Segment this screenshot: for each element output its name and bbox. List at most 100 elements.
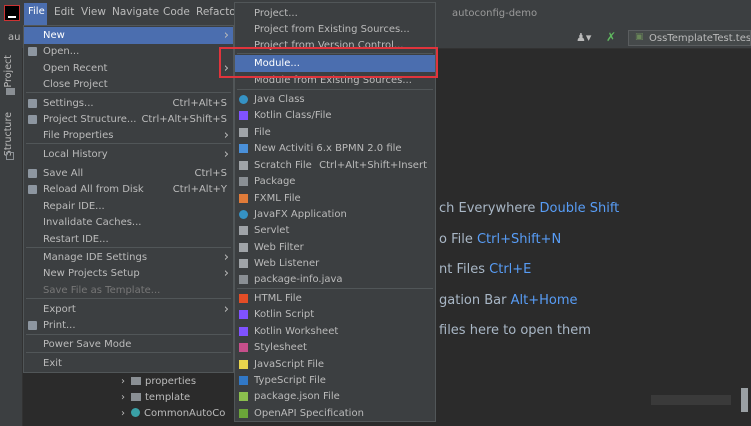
tool-window-strip [0, 48, 23, 426]
file-menu-item-invalidate-caches[interactable]: Invalidate Caches... [24, 214, 233, 231]
new-menu-item-kotlin-class-file[interactable]: Kotlin Class/File [235, 107, 435, 124]
file-menu-item-power-save-mode[interactable]: Power Save Mode [24, 336, 233, 353]
menu-separator [26, 334, 231, 335]
fxml-file-icon [239, 194, 248, 203]
kotlin-script-icon [239, 310, 248, 319]
structure-icon [6, 152, 14, 160]
file-menu-item-local-history[interactable]: Local History › [24, 146, 233, 163]
menu-item-label: Web Filter [254, 242, 304, 253]
file-menu-item-export[interactable]: Export › [24, 301, 233, 318]
package-json-file-icon [239, 392, 248, 401]
file-menu-item-restart-ide[interactable]: Restart IDE... [24, 231, 233, 248]
window-title: autoconfig-demo [452, 8, 538, 19]
new-menu-item-scratch-file[interactable]: Scratch File Ctrl+Alt+Shift+Insert [235, 157, 435, 174]
user-icon[interactable]: ♟▾ [576, 31, 591, 44]
tree-node[interactable]: › CommonAutoCo [121, 408, 225, 419]
package-info-java-icon [239, 275, 248, 284]
new-menu-item-package[interactable]: Package [235, 173, 435, 190]
breadcrumb[interactable]: au [8, 32, 20, 43]
new-menu-item-stylesheet[interactable]: Stylesheet [235, 339, 435, 356]
expand-arrow-icon[interactable]: › [121, 392, 125, 403]
new-menu-item-java-class[interactable]: Java Class [235, 91, 435, 108]
new-menu-item-kotlin-worksheet[interactable]: Kotlin Worksheet [235, 323, 435, 340]
menu-separator [26, 247, 231, 248]
tool-window-project[interactable]: Project [3, 55, 14, 88]
file-menu-item-file-properties[interactable]: File Properties › [24, 127, 233, 144]
menu-item-shortcut: Ctrl+Alt+Y [172, 184, 227, 195]
new-menu-item-kotlin-script[interactable]: Kotlin Script [235, 306, 435, 323]
menu-view[interactable]: View [81, 6, 106, 18]
html-file-icon [239, 294, 248, 303]
menu-code[interactable]: Code [163, 6, 190, 18]
menu-item-label: OpenAPI Specification [254, 408, 364, 419]
menu-item-label: Invalidate Caches... [43, 217, 142, 228]
build-hammer-icon[interactable]: ✗ [606, 30, 616, 44]
menu-item-label: Package [254, 176, 296, 187]
file-menu-item-settings[interactable]: Settings... Ctrl+Alt+S [24, 95, 233, 112]
submenu-arrow-icon: › [223, 147, 229, 162]
hint-shortcut: Alt+Home [510, 293, 578, 308]
menu-item-label: Servlet [254, 225, 290, 236]
kotlin-worksheet-icon [239, 327, 248, 336]
menu-item-label: HTML File [254, 293, 302, 304]
new-menu-item-javafx-application[interactable]: JavaFX Application [235, 206, 435, 223]
menu-edit[interactable]: Edit [54, 6, 74, 18]
new-menu-item-new-activiti-6-x-bpmn-2-0-file[interactable]: New Activiti 6.x BPMN 2.0 file [235, 140, 435, 157]
file-menu-item-new-projects-setup[interactable]: New Projects Setup › [24, 265, 233, 282]
tree-node[interactable]: › properties [121, 376, 196, 387]
menu-item-label: JavaScript File [254, 359, 325, 370]
menu-item-label: Repair IDE... [43, 201, 105, 212]
new-menu-item-fxml-file[interactable]: FXML File [235, 190, 435, 207]
new-menu-item-project-from-existing-sources[interactable]: Project from Existing Sources... [235, 21, 435, 38]
new-menu-item-servlet[interactable]: Servlet [235, 222, 435, 239]
menu-item-label: Web Listener [254, 258, 320, 269]
menu-file[interactable]: File [24, 3, 47, 25]
menu-item-label: package-info.java [254, 274, 343, 285]
new-menu-item-project[interactable]: Project... [235, 5, 435, 22]
new-menu-item-web-listener[interactable]: Web Listener [235, 255, 435, 272]
file-menu-item-reload-all-from-disk[interactable]: Reload All from Disk Ctrl+Alt+Y [24, 181, 233, 198]
file-menu-item-new[interactable]: New › [24, 27, 233, 44]
menu-item-label: Project from Existing Sources... [254, 24, 410, 35]
tool-window-structure[interactable]: Structure [3, 112, 14, 156]
project-structure-icon [28, 115, 37, 124]
submenu-arrow-icon: › [223, 250, 229, 265]
run-configuration-selector[interactable]: ▣ OssTemplateTest.testU [628, 30, 751, 46]
package-icon [239, 177, 248, 186]
new-menu-item-javascript-file[interactable]: JavaScript File [235, 356, 435, 373]
menu-item-shortcut: Ctrl+Alt+Shift+S [141, 114, 227, 125]
new-menu-item-package-info-java[interactable]: package-info.java [235, 271, 435, 288]
tree-node[interactable]: › template [121, 392, 190, 403]
file-menu-item-repair-ide[interactable]: Repair IDE... [24, 198, 233, 215]
folder-icon [131, 377, 141, 385]
new-menu-item-web-filter[interactable]: Web Filter [235, 239, 435, 256]
new-menu-item-html-file[interactable]: HTML File [235, 290, 435, 307]
file-menu-item-manage-ide-settings[interactable]: Manage IDE Settings › [24, 249, 233, 266]
web-filter-icon [239, 243, 248, 252]
file-menu-item-open-recent[interactable]: Open Recent › [24, 60, 233, 77]
new-menu-item-file[interactable]: File [235, 124, 435, 141]
scrollbar-thumb[interactable] [741, 388, 748, 412]
file-menu-item-print[interactable]: Print... [24, 317, 233, 334]
expand-arrow-icon[interactable]: › [121, 376, 125, 387]
new-menu-item-typescript-file[interactable]: TypeScript File [235, 372, 435, 389]
file-menu-item-open[interactable]: Open... [24, 43, 233, 60]
menu-item-label: Open Recent [43, 63, 108, 74]
expand-arrow-icon[interactable]: › [121, 408, 125, 419]
file-menu-item-save-all[interactable]: Save All Ctrl+S [24, 165, 233, 182]
menu-item-label: New Projects Setup [43, 268, 140, 279]
file-menu-item-exit[interactable]: Exit [24, 355, 233, 372]
menu-item-label: Exit [43, 358, 62, 369]
new-menu-item-package-json-file[interactable]: package.json File [235, 388, 435, 405]
file-menu-item-close-project[interactable]: Close Project [24, 76, 233, 93]
hint-text: gation Bar [439, 293, 507, 308]
hint-text: nt Files [439, 262, 485, 277]
file-menu-dropdown: New › Open... Open Recent › Close Project Sett… [23, 25, 234, 373]
menu-item-label: package.json File [254, 391, 340, 402]
menu-item-label: Java Class [254, 94, 305, 105]
file-menu-item-project-structure[interactable]: Project Structure... Ctrl+Alt+Shift+S [24, 111, 233, 128]
menu-navigate[interactable]: Navigate [112, 6, 159, 18]
new-menu-item-openapi-specification[interactable]: OpenAPI Specification [235, 405, 435, 422]
menu-item-label: File Properties [43, 130, 114, 141]
editor-hint: ch Everywhere Double Shift [439, 201, 619, 216]
